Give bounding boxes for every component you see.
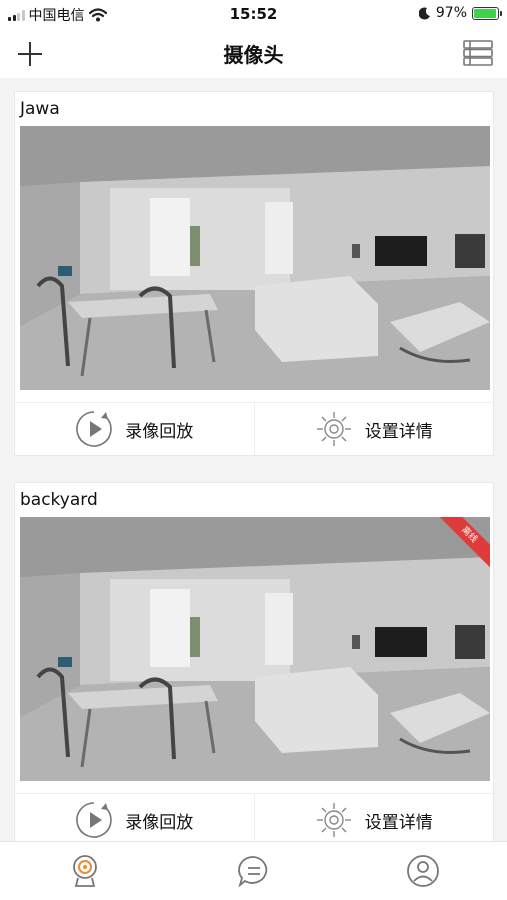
playback-icon [76,411,113,447]
battery-level-fill [474,8,497,18]
status-bar: 中国电信 15:52 97% [0,0,507,28]
list-icon[interactable] [463,40,493,66]
room-scene-image [20,517,490,781]
gear-icon [316,803,351,837]
camera-icon [72,855,97,887]
settings-button[interactable]: 设置详情 [253,403,494,455]
tab-messages[interactable] [169,842,338,900]
card-actions: 录像回放 设置详情 [15,402,493,455]
camera-preview[interactable] [20,126,490,390]
playback-button[interactable]: 录像回放 [15,403,254,455]
settings-label: 设置详情 [364,421,433,442]
gear-icon [316,412,351,446]
page-title: 摄像头 [223,43,284,67]
tab-profile[interactable] [338,842,507,900]
camera-card: backyard 离线 录像回放 设置详情 [14,482,494,841]
settings-label: 设置详情 [364,812,433,833]
card-actions: 录像回放 设置详情 [15,793,493,841]
battery-charging-icon [472,6,502,20]
playback-label: 录像回放 [125,421,194,442]
settings-button[interactable]: 设置详情 [253,794,494,841]
camera-preview[interactable]: 离线 [20,517,490,781]
nav-bar: 摄像头 [0,28,507,78]
playback-button[interactable]: 录像回放 [15,794,254,841]
room-scene-image [20,126,490,390]
camera-list[interactable]: Jawa 录像回放 设置详情 backyard 离线 录像回放 设置详情 [0,78,507,841]
tab-bar [0,841,507,900]
status-right: 97% [418,5,502,21]
message-icon [237,856,267,888]
camera-card: Jawa 录像回放 设置详情 [14,91,494,456]
battery-percent: 97% [435,5,467,21]
playback-icon [76,802,113,838]
moon-icon [418,7,430,19]
tab-cameras[interactable] [0,842,169,900]
camera-name: backyard [20,490,98,510]
user-icon [406,855,439,887]
camera-name: Jawa [20,99,60,119]
playback-label: 录像回放 [125,812,194,833]
